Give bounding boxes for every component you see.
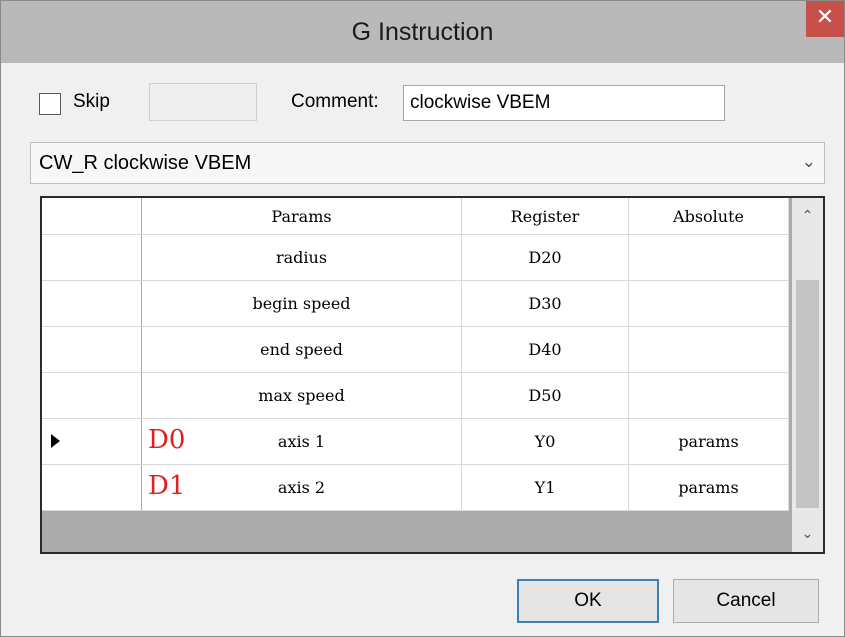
absolute-cell[interactable]: params bbox=[628, 464, 789, 511]
scrollbar-thumb[interactable] bbox=[796, 280, 819, 508]
params-cell[interactable]: end speed bbox=[141, 326, 462, 373]
close-icon[interactable]: ✕ bbox=[806, 1, 844, 37]
table-row[interactable]: end speed D40 bbox=[42, 326, 789, 373]
scroll-up-icon[interactable]: ⌃ bbox=[792, 198, 823, 234]
scroll-down-icon[interactable]: ⌄ bbox=[792, 516, 823, 552]
register-cell[interactable]: D20 bbox=[461, 234, 629, 281]
comment-label: Comment: bbox=[291, 91, 379, 112]
chevron-down-icon: ⌄ bbox=[801, 152, 816, 172]
absolute-cell[interactable] bbox=[628, 372, 789, 419]
register-cell[interactable]: D40 bbox=[461, 326, 629, 373]
cancel-button[interactable]: Cancel bbox=[673, 579, 819, 623]
params-grid: Params Register Absolute radius D20 begi… bbox=[40, 196, 825, 554]
table-row[interactable]: radius D20 bbox=[42, 234, 789, 281]
params-cell[interactable]: D0 axis 1 bbox=[141, 418, 462, 465]
title-bar[interactable]: G Instruction ✕ bbox=[1, 1, 844, 63]
dialog-body: Skip Comment: CW_R clockwise VBEM ⌄ Para… bbox=[9, 63, 836, 628]
params-cell[interactable]: begin speed bbox=[141, 280, 462, 327]
row-header[interactable] bbox=[42, 234, 142, 281]
register-cell[interactable]: Y0 bbox=[461, 418, 629, 465]
params-cell[interactable]: max speed bbox=[141, 372, 462, 419]
register-cell[interactable]: Y1 bbox=[461, 464, 629, 511]
ok-button[interactable]: OK bbox=[517, 579, 659, 623]
row-header-corner bbox=[42, 198, 142, 235]
row-annotation: D1 bbox=[148, 471, 186, 501]
absolute-cell[interactable] bbox=[628, 280, 789, 327]
absolute-cell[interactable]: params bbox=[628, 418, 789, 465]
register-cell[interactable]: D50 bbox=[461, 372, 629, 419]
params-table: Params Register Absolute radius D20 begi… bbox=[42, 198, 789, 511]
options-row: Skip Comment: bbox=[9, 63, 836, 133]
column-header-absolute[interactable]: Absolute bbox=[628, 198, 789, 235]
column-header-params[interactable]: Params bbox=[141, 198, 462, 235]
current-row-arrow-icon bbox=[51, 434, 60, 448]
row-header[interactable] bbox=[42, 280, 142, 327]
instruction-select-value: CW_R clockwise VBEM bbox=[39, 152, 252, 174]
register-cell[interactable]: D30 bbox=[461, 280, 629, 327]
table-row[interactable]: max speed D50 bbox=[42, 372, 789, 419]
table-row[interactable]: D0 axis 1 Y0 params bbox=[42, 418, 789, 465]
row-header[interactable] bbox=[42, 326, 142, 373]
row-annotation: D0 bbox=[148, 425, 186, 455]
skip-value-field bbox=[149, 83, 257, 121]
skip-label: Skip bbox=[73, 91, 110, 112]
table-header-row: Params Register Absolute bbox=[42, 198, 789, 235]
params-cell-text: axis 1 bbox=[277, 432, 326, 451]
table-row[interactable]: D1 axis 2 Y1 params bbox=[42, 464, 789, 511]
params-cell[interactable]: D1 axis 2 bbox=[141, 464, 462, 511]
column-header-register[interactable]: Register bbox=[461, 198, 629, 235]
skip-checkbox[interactable] bbox=[39, 93, 61, 115]
comment-input[interactable] bbox=[403, 85, 725, 121]
vertical-scrollbar[interactable]: ⌃ ⌄ bbox=[792, 198, 823, 552]
instruction-select[interactable]: CW_R clockwise VBEM ⌄ bbox=[30, 142, 825, 184]
table-row[interactable]: begin speed D30 bbox=[42, 280, 789, 327]
absolute-cell[interactable] bbox=[628, 234, 789, 281]
row-header[interactable] bbox=[42, 372, 142, 419]
dialog-title: G Instruction bbox=[351, 18, 494, 46]
params-cell[interactable]: radius bbox=[141, 234, 462, 281]
g-instruction-dialog: G Instruction ✕ Skip Comment: CW_R clock… bbox=[0, 0, 845, 637]
params-cell-text: axis 2 bbox=[277, 478, 326, 497]
row-header[interactable] bbox=[42, 464, 142, 511]
absolute-cell[interactable] bbox=[628, 326, 789, 373]
row-header[interactable] bbox=[42, 418, 142, 465]
